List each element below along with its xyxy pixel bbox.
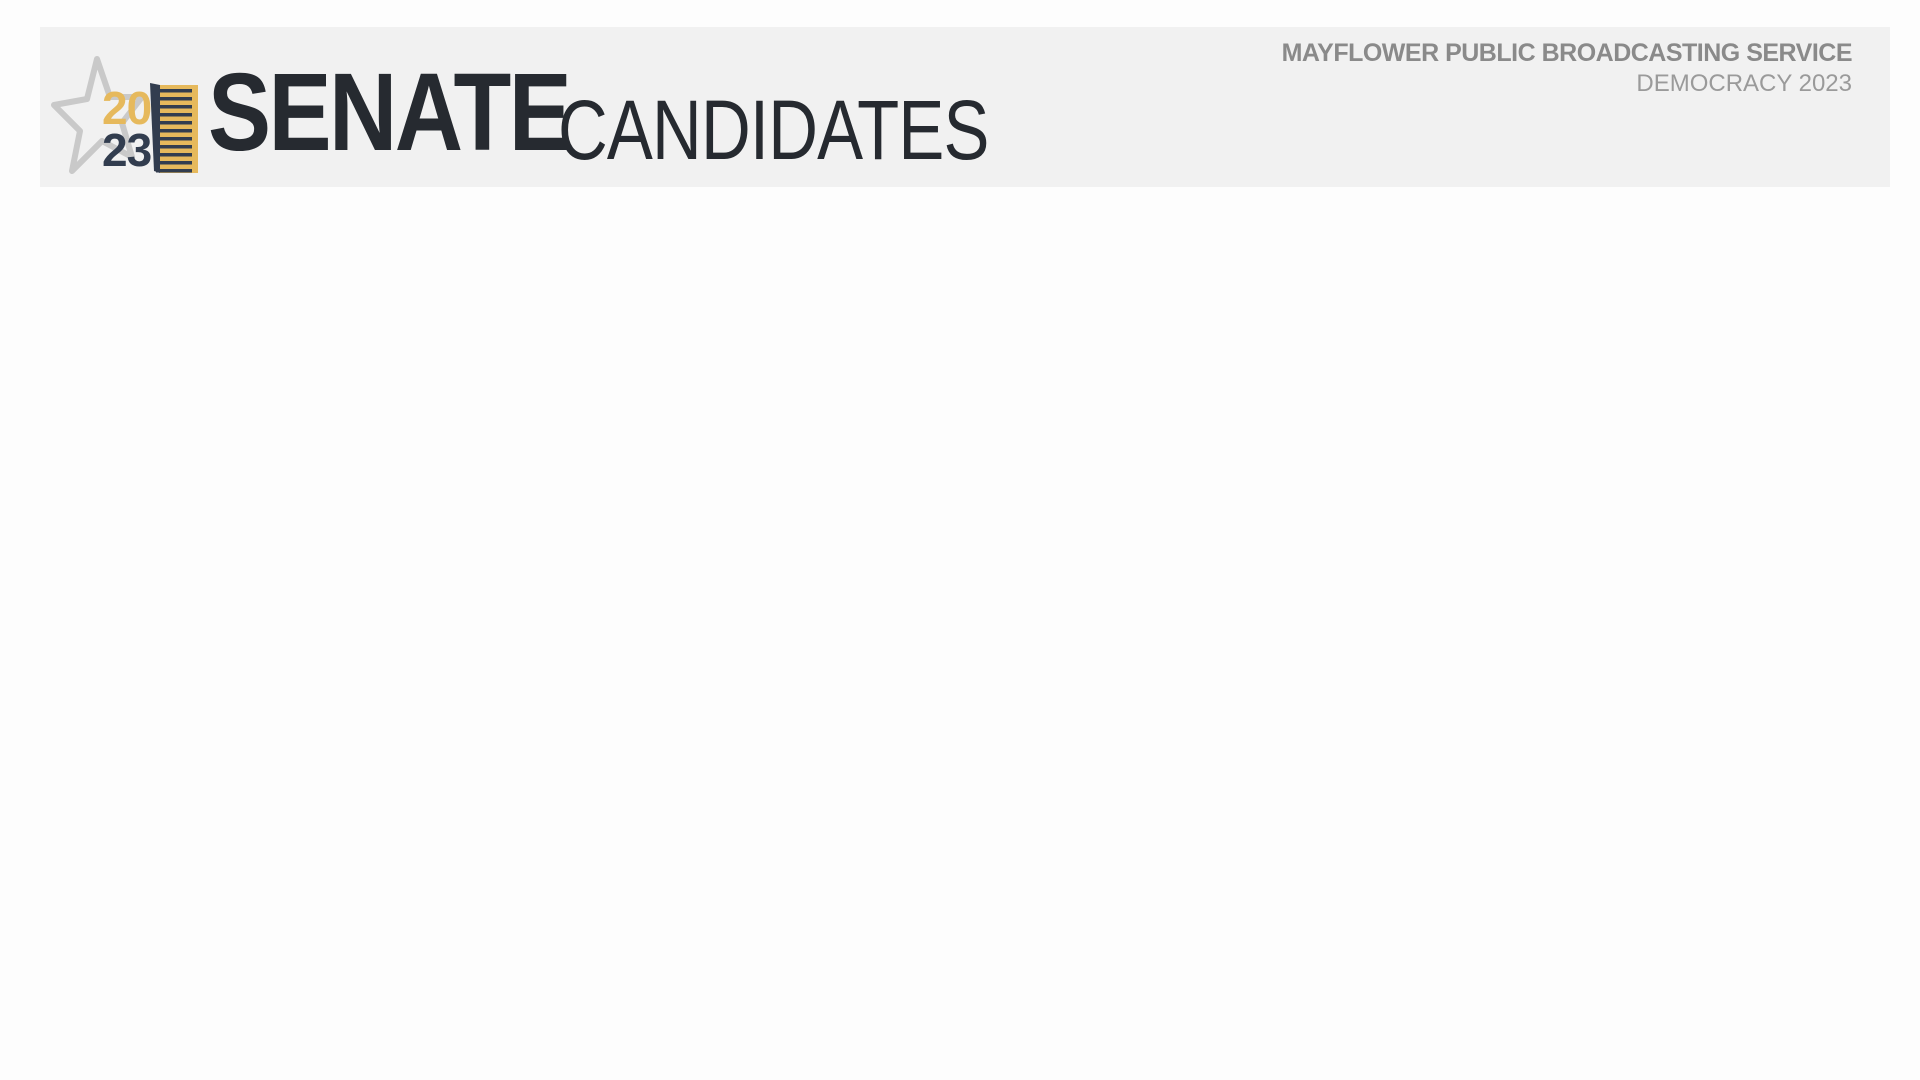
title-candidates: CANDIDATES <box>558 83 989 177</box>
ballot-stripe <box>156 121 192 125</box>
org-block: MAYFLOWER PUBLIC BROADCASTING SERVICE DE… <box>1281 37 1853 99</box>
ballot-stripe <box>156 89 192 93</box>
header-banner: 20 23 SENATE CANDIDATES MAYFLOWER PUBLIC… <box>40 27 1890 187</box>
org-name: MAYFLOWER PUBLIC BROADCASTING SERVICE <box>1281 39 1853 67</box>
election-2023-logo: 20 23 <box>50 53 200 177</box>
broadcast-graphic: 20 23 SENATE CANDIDATES MAYFLOWER PUBLIC… <box>0 0 1920 1080</box>
ballot-stripe <box>156 129 192 133</box>
ballot-stripe <box>156 137 192 141</box>
ballot-stripe <box>156 105 192 109</box>
org-subtitle: DEMOCRACY 2023 <box>1636 70 1852 97</box>
logo-year-bottom: 23 <box>102 124 152 176</box>
title-senate: SENATE <box>208 51 572 174</box>
ballot-stripe <box>156 97 192 101</box>
ballot-stripe <box>156 153 192 157</box>
ballot-stripe <box>156 161 192 165</box>
ballot-stripe <box>156 113 192 117</box>
ballot-stripe <box>156 145 192 149</box>
ballot-stripe <box>156 169 192 173</box>
